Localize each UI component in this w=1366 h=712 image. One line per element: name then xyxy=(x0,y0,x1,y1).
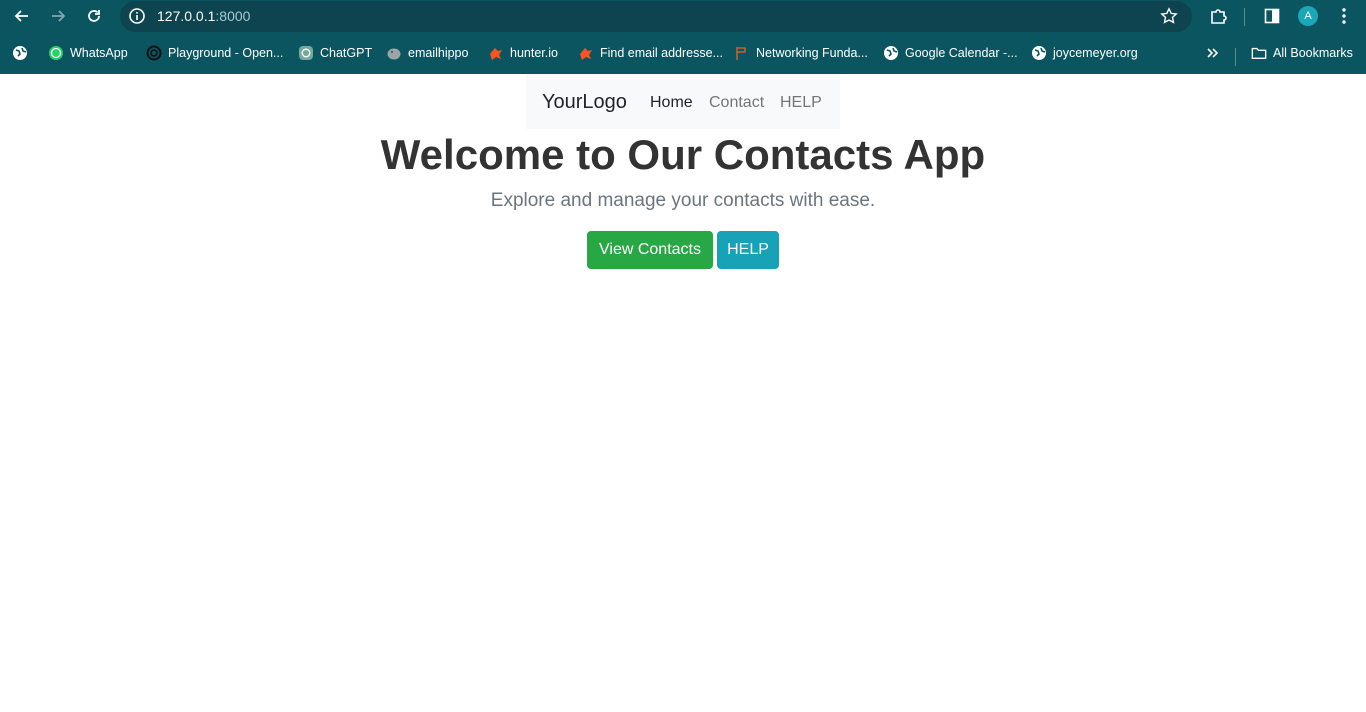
address-bar[interactable]: 127.0.0.1:8000 xyxy=(120,1,1192,32)
puzzle-icon xyxy=(1211,9,1227,24)
bookmark-label: joycemeyer.org xyxy=(1053,46,1138,60)
bookmark-label: WhatsApp xyxy=(70,46,128,60)
toolbar-divider xyxy=(1244,8,1245,26)
bookmark-label: ChatGPT xyxy=(320,46,373,60)
bookmarks-bar: WhatsApp Playground - Open... ChatGPT em… xyxy=(0,40,1366,66)
bookmark-globe[interactable] xyxy=(12,44,34,62)
url-host: 127.0.0.1 xyxy=(157,8,216,24)
side-panel-icon xyxy=(1264,8,1280,24)
whatsapp-icon xyxy=(48,45,64,61)
bookmark-joycemeyer[interactable]: joycemeyer.org xyxy=(1031,44,1138,62)
url-port: :8000 xyxy=(215,8,251,24)
chatgpt-icon xyxy=(298,45,314,61)
url-text[interactable]: 127.0.0.1:8000 xyxy=(157,8,250,24)
bookmark-label: Playground - Open... xyxy=(168,46,284,60)
bookmark-label: Find email addresse... xyxy=(600,46,723,60)
browser-toolbar: 127.0.0.1:8000 A xyxy=(0,0,1366,33)
reload-button[interactable] xyxy=(81,4,107,28)
bookmark-google-calendar[interactable]: Google Calendar -... xyxy=(883,44,1018,62)
bookmark-label: Google Calendar -... xyxy=(905,46,1018,60)
hunter-icon xyxy=(578,45,594,61)
bookmark-label: emailhippo xyxy=(408,46,469,60)
chevron-double-right-icon xyxy=(1204,45,1220,61)
folder-icon xyxy=(1251,45,1267,61)
bookmark-playground[interactable]: Playground - Open... xyxy=(146,44,283,62)
profile-avatar[interactable]: A xyxy=(1298,6,1318,26)
forward-arrow-icon xyxy=(52,10,66,22)
bookmark-find-email[interactable]: Find email addresse... xyxy=(578,44,723,62)
bookmark-emailhippo[interactable]: emailhippo xyxy=(386,44,468,62)
nav-link-contact[interactable]: Contact xyxy=(709,94,764,112)
bookmarks-divider xyxy=(1235,48,1236,66)
bookmark-label: hunter.io xyxy=(510,46,558,60)
globe-icon xyxy=(883,45,899,61)
forward-button[interactable] xyxy=(45,4,71,28)
globe-icon xyxy=(12,45,28,61)
page-subtitle: Explore and manage your contacts with ea… xyxy=(490,190,876,211)
browser-chrome: 127.0.0.1:8000 A WhatsApp Playground - O… xyxy=(0,0,1366,74)
page-title: Welcome to Our Contacts App xyxy=(380,131,986,178)
brand-logo[interactable]: YourLogo xyxy=(542,91,627,114)
bookmark-chatgpt[interactable]: ChatGPT xyxy=(298,44,372,62)
bookmark-hunter[interactable]: hunter.io xyxy=(488,44,558,62)
reload-icon xyxy=(88,10,100,22)
hippo-icon xyxy=(386,45,402,61)
more-vertical-icon xyxy=(1342,8,1346,24)
more-bookmarks-button[interactable] xyxy=(1204,44,1226,62)
extensions-button[interactable] xyxy=(1205,4,1231,28)
back-arrow-icon xyxy=(14,10,28,22)
bookmark-label: Networking Funda... xyxy=(756,46,868,60)
browser-menu-button[interactable] xyxy=(1331,4,1357,28)
bookmark-star-icon[interactable] xyxy=(1160,7,1178,25)
all-bookmarks-label: All Bookmarks xyxy=(1273,46,1353,60)
help-button[interactable]: HELP xyxy=(717,231,779,269)
globe-icon xyxy=(1031,45,1047,61)
nav-link-home[interactable]: Home xyxy=(650,94,693,112)
hunter-icon xyxy=(488,45,504,61)
all-bookmarks-button[interactable]: All Bookmarks xyxy=(1251,44,1353,62)
view-contacts-button[interactable]: View Contacts xyxy=(587,231,713,269)
openai-icon xyxy=(146,45,162,61)
back-button[interactable] xyxy=(9,4,35,28)
nav-link-help[interactable]: HELP xyxy=(780,94,822,112)
side-panel-button[interactable] xyxy=(1259,4,1285,28)
site-info-icon[interactable] xyxy=(128,7,146,25)
flag-icon xyxy=(734,45,750,61)
bookmark-networking[interactable]: Networking Funda... xyxy=(734,44,868,62)
bookmark-whatsapp[interactable]: WhatsApp xyxy=(48,44,128,62)
site-navbar: YourLogo Home Contact HELP xyxy=(526,74,840,129)
